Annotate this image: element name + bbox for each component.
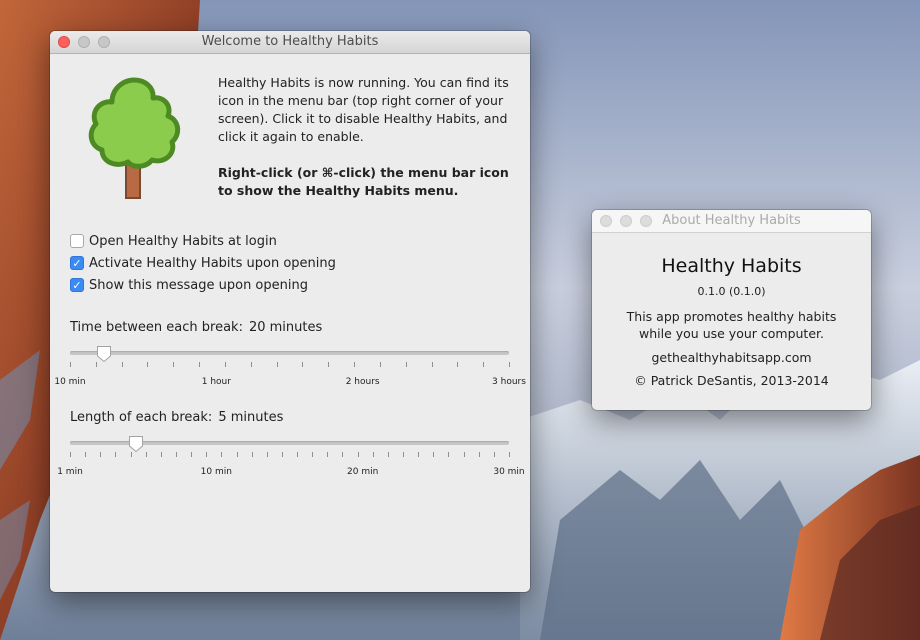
checkbox-activate-on-open[interactable]: ✓ Activate Healthy Habits upon opening (70, 252, 336, 274)
slider-tick (281, 452, 283, 457)
break-length-slider-thumb[interactable] (128, 435, 144, 453)
slider-tick (483, 362, 485, 367)
slider-tick (328, 362, 330, 367)
slider-tick (297, 452, 299, 457)
welcome-titlebar[interactable]: Welcome to Healthy Habits (50, 31, 530, 54)
about-window: About Healthy Habits Healthy Habits 0.1.… (592, 210, 871, 410)
slider-tick (199, 362, 201, 367)
slider-tick (121, 362, 123, 367)
slider-tick-label: 3 hours (492, 377, 526, 387)
slider-tick (372, 452, 374, 457)
slider-tick (251, 452, 253, 457)
copyright-text: © Patrick DeSantis, 2013-2014 (634, 373, 829, 388)
app-name: Healthy Habits (661, 255, 802, 277)
slider-tick (160, 452, 162, 457)
intro-text-block: Healthy Habits is now running. You can f… (218, 74, 518, 218)
break-length-value: 5 minutes (218, 410, 284, 425)
slider-tick (236, 452, 238, 457)
slider-tick (403, 452, 405, 457)
app-description-line: while you use your computer. (639, 326, 824, 341)
slider-tick (70, 362, 71, 367)
checkmark-icon: ✓ (72, 256, 82, 270)
checkbox-checked[interactable]: ✓ (70, 278, 84, 292)
checkbox-label: Open Healthy Habits at login (89, 233, 277, 249)
slider-tick-label: 1 hour (201, 377, 231, 387)
slider-tick (493, 452, 495, 457)
slider-tick (85, 452, 87, 457)
window-title: About Healthy Habits (662, 213, 801, 228)
window-title: Welcome to Healthy Habits (201, 34, 379, 49)
menu-hint-text: Right-click (or ⌘-click) the menu bar ic… (218, 165, 509, 198)
preferences-checkboxes: Open Healthy Habits at login ✓ Activate … (70, 230, 336, 296)
app-version: 0.1.0 (0.1.0) (697, 285, 766, 298)
slider-tick (312, 452, 314, 457)
slider-tick (221, 452, 223, 457)
slider-tick (145, 452, 147, 457)
slider-tick (175, 452, 177, 457)
checkmark-icon: ✓ (72, 278, 82, 292)
about-content: Healthy Habits 0.1.0 (0.1.0) This app pr… (592, 255, 871, 388)
slider-tick (302, 362, 304, 367)
slider-tick (147, 362, 149, 367)
break-interval-ticks (70, 362, 510, 368)
slider-tick (191, 452, 193, 457)
slider-tick (433, 452, 435, 457)
slider-tick (206, 452, 208, 457)
slider-tick (224, 362, 226, 367)
slider-tick (357, 452, 359, 457)
slider-tick (327, 452, 329, 457)
checkbox-label: Activate Healthy Habits upon opening (89, 255, 336, 271)
slider-tick-label: 30 min (493, 467, 525, 477)
slider-tick (379, 362, 381, 367)
app-description-line: This app promotes healthy habits (626, 309, 837, 324)
slider-tick (463, 452, 465, 457)
break-length-label: Length of each break: 5 minutes (70, 410, 283, 425)
slider-tick (250, 362, 252, 367)
slider-tick-label: 10 min (54, 377, 86, 387)
welcome-window: Welcome to Healthy Habits Healthy Habits… (50, 31, 530, 592)
slider-tick (115, 452, 117, 457)
checkbox-unchecked[interactable] (70, 234, 84, 248)
break-interval-label: Time between each break: 20 minutes (70, 320, 322, 335)
slider-tick (418, 452, 420, 457)
intro-text: Healthy Habits is now running. You can f… (218, 75, 509, 144)
slider-tick (354, 362, 356, 367)
slider-tick (276, 362, 278, 367)
slider-tick-label: 10 min (200, 467, 232, 477)
slider-tick-label: 2 hours (345, 377, 380, 387)
slider-tick (387, 452, 389, 457)
slider-tick (448, 452, 450, 457)
slider-tick (266, 452, 268, 457)
website-link[interactable]: gethealthyhabitsapp.com (592, 350, 871, 365)
slider-tick (431, 362, 433, 367)
tree-icon (84, 76, 184, 205)
slider-tick (457, 362, 459, 367)
slider-tick (405, 362, 407, 367)
break-interval-caption: Time between each break: (70, 320, 243, 335)
slider-tick (173, 362, 175, 367)
slider-tick (478, 452, 480, 457)
break-interval-slider-thumb[interactable] (96, 345, 112, 363)
checkbox-label: Show this message upon opening (89, 277, 308, 293)
slider-tick-label: 20 min (347, 467, 379, 477)
break-length-caption: Length of each break: (70, 410, 213, 425)
slider-tick (100, 452, 102, 457)
break-interval-slider[interactable] (70, 351, 509, 355)
slider-tick (342, 452, 344, 457)
app-description: This app promotes healthy habits while y… (592, 308, 871, 342)
checkbox-checked[interactable]: ✓ (70, 256, 84, 270)
slider-tick (509, 362, 510, 367)
about-titlebar[interactable]: About Healthy Habits (592, 210, 871, 233)
slider-tick (70, 452, 71, 457)
checkbox-open-at-login[interactable]: Open Healthy Habits at login (70, 230, 336, 252)
break-interval-value: 20 minutes (248, 320, 323, 335)
slider-tick-label: 1 min (57, 467, 83, 477)
slider-tick (509, 452, 510, 457)
checkbox-show-message[interactable]: ✓ Show this message upon opening (70, 274, 336, 296)
